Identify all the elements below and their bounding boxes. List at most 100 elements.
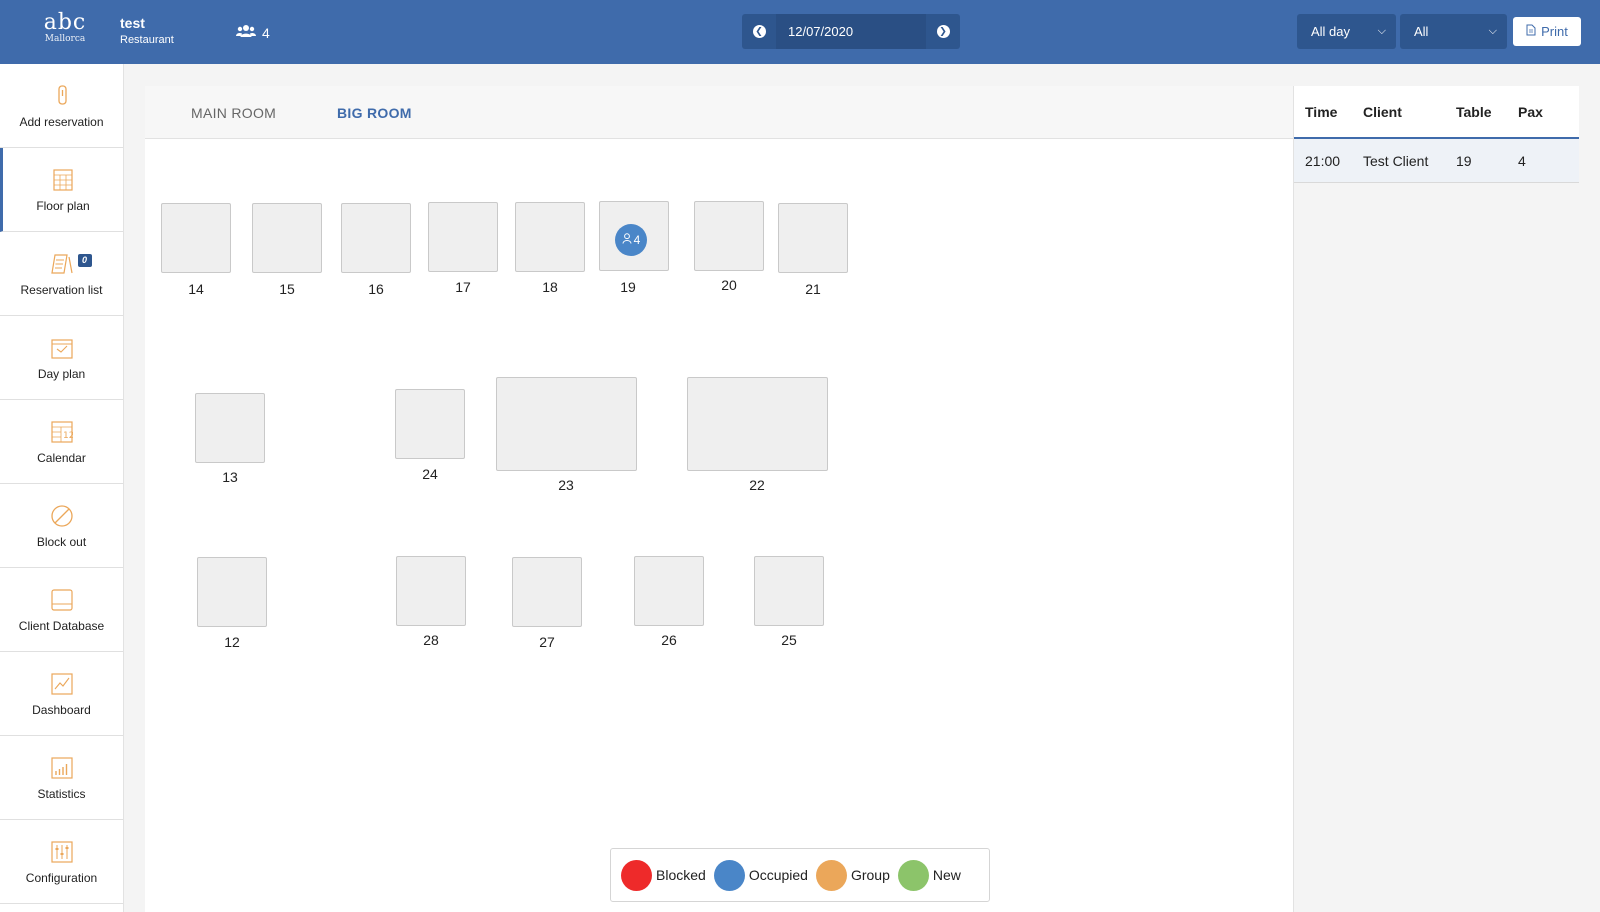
table-number: 21	[805, 281, 821, 297]
table-number: 24	[422, 466, 438, 482]
sidebar-item-floor-plan[interactable]: Floor plan	[0, 148, 123, 232]
table-22[interactable]	[687, 377, 828, 471]
room-select[interactable]: All ⌵	[1400, 14, 1507, 49]
sidebar-item-label: Client Database	[18, 618, 105, 633]
print-label: Print	[1541, 24, 1568, 39]
top-header: abc Mallorca test Restaurant 4 ❮ 12/07/2…	[0, 0, 1600, 64]
print-button[interactable]: Print	[1513, 17, 1581, 46]
table-row[interactable]: 21:00 Test Client 19 4	[1294, 139, 1579, 183]
room-tabs: MAIN ROOM BIG ROOM	[145, 86, 1293, 139]
table-25[interactable]	[754, 556, 824, 626]
tab-big-room[interactable]: BIG ROOM	[337, 105, 412, 121]
reservation-client: Test Client	[1363, 152, 1429, 169]
guest-count: 4	[262, 24, 270, 41]
occupied-dot	[713, 859, 745, 891]
table-12[interactable]	[197, 557, 267, 627]
chevron-right-icon: ❯	[936, 25, 950, 38]
logo-text: abc	[43, 10, 87, 35]
column-header-table[interactable]: Table	[1447, 104, 1509, 120]
reservation-pax: 4	[1518, 152, 1526, 169]
sidebar-item-label: Reservation list	[20, 282, 103, 297]
sidebar-item-day-plan[interactable]: Day plan	[0, 316, 123, 400]
sidebar-item-add-reservation[interactable]: Add reservation	[0, 64, 123, 148]
svg-text:12: 12	[63, 431, 73, 441]
reservation-list-icon: 0	[50, 251, 92, 277]
user-icon	[622, 233, 632, 247]
room-select-value: All	[1414, 24, 1429, 39]
table-number: 23	[558, 477, 574, 493]
column-header-pax[interactable]: Pax	[1509, 104, 1569, 120]
tab-main-room[interactable]: MAIN ROOM	[191, 105, 276, 121]
sidebar-item-calendar[interactable]: 12 Calendar	[0, 400, 123, 484]
legend-label: New	[932, 867, 961, 883]
table-number: 13	[222, 469, 238, 485]
restaurant-type: Restaurant	[120, 34, 174, 46]
blocked-dot	[621, 859, 652, 891]
table-20[interactable]	[694, 201, 764, 271]
table-number: 16	[368, 281, 384, 297]
table-14[interactable]	[161, 203, 231, 273]
table-number: 28	[423, 632, 439, 648]
reservation-table: 19	[1456, 152, 1472, 169]
legend-label: Blocked	[656, 867, 706, 883]
reservations-table-header: Time Client Table Pax	[1294, 86, 1579, 139]
table-number: 27	[539, 634, 555, 650]
client-database-icon	[50, 587, 74, 613]
table-26[interactable]	[634, 556, 704, 626]
shift-select-value: All day	[1311, 24, 1351, 39]
occupied-pax: 4	[633, 233, 641, 247]
sidebar-item-statistics[interactable]: Statistics	[0, 736, 123, 820]
sidebar-item-block-out[interactable]: Block out	[0, 484, 123, 568]
table-19[interactable]: 4	[599, 201, 669, 271]
day-plan-icon	[50, 335, 73, 361]
table-18[interactable]	[515, 202, 585, 272]
sidebar: Add reservation Floor plan 0 Reservation…	[0, 64, 124, 912]
date-navigator: ❮ 12/07/2020 ❯	[742, 14, 960, 49]
table-number: 12	[224, 634, 240, 650]
sidebar-item-label: Dashboard	[32, 702, 91, 717]
table-number: 17	[455, 279, 471, 295]
next-day-button[interactable]: ❯	[926, 14, 960, 49]
restaurant-name: test	[120, 15, 145, 31]
legend-item-blocked: Blocked	[621, 859, 706, 891]
app-logo[interactable]: abc Mallorca	[40, 12, 90, 45]
prev-day-button[interactable]: ❮	[742, 14, 776, 49]
column-header-client[interactable]: Client	[1354, 104, 1447, 120]
column-header-time[interactable]: Time	[1294, 104, 1354, 120]
guest-counter: 4	[236, 24, 270, 41]
shift-select[interactable]: All day ⌵	[1297, 14, 1396, 49]
table-24[interactable]	[395, 389, 465, 459]
sidebar-item-configuration[interactable]: Configuration	[0, 820, 123, 904]
configuration-icon	[50, 839, 73, 865]
group-dot	[815, 859, 847, 891]
table-21[interactable]	[778, 203, 848, 273]
table-13[interactable]	[195, 393, 265, 463]
reservation-time: 21:00	[1305, 152, 1341, 169]
sidebar-item-reservation-list[interactable]: 0 Reservation list	[0, 232, 123, 316]
table-27[interactable]	[512, 557, 582, 627]
new-dot	[897, 859, 929, 891]
occupied-marker[interactable]: 4	[615, 224, 647, 256]
table-17[interactable]	[428, 202, 498, 272]
statistics-icon	[50, 755, 73, 781]
reservations-panel: Time Client Table Pax 21:00 Test Client …	[1293, 86, 1579, 912]
table-23[interactable]	[496, 377, 637, 471]
floor-plan-icon	[52, 167, 74, 193]
restaurant-info: test Restaurant	[120, 15, 174, 46]
block-out-icon	[50, 503, 74, 529]
legend-item-new: New	[897, 859, 961, 891]
sidebar-item-label: Add reservation	[19, 114, 104, 129]
sidebar-item-dashboard[interactable]: Dashboard	[0, 652, 123, 736]
add-reservation-icon	[54, 83, 70, 109]
table-15[interactable]	[252, 203, 322, 273]
sidebar-item-client-database[interactable]: Client Database	[0, 568, 123, 652]
table-number: 14	[188, 281, 204, 297]
calendar-icon: 12	[50, 419, 73, 445]
reservation-count-badge: 0	[77, 253, 92, 267]
table-16[interactable]	[341, 203, 411, 273]
date-field[interactable]: 12/07/2020	[776, 14, 926, 49]
document-icon	[1526, 24, 1536, 39]
table-28[interactable]	[396, 556, 466, 626]
sidebar-item-label: Block out	[36, 534, 87, 549]
chevron-left-icon: ❮	[752, 25, 766, 38]
